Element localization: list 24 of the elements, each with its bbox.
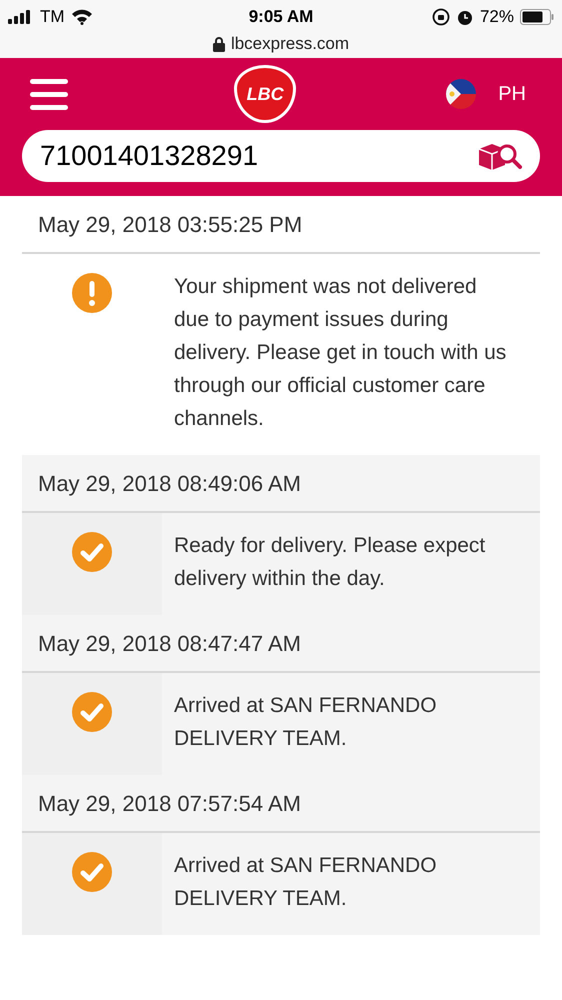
event-timestamp: May 29, 2018 03:55:25 PM [38, 210, 302, 239]
lock-icon [212, 36, 225, 52]
event-message: Your shipment was not delivered due to payment issues during delivery. Please get in touch with us through our official customer care channels. [173, 274, 508, 432]
carrier-name: TM [40, 6, 65, 28]
event-message: Ready for delivery. Please expect delivery within the day. [173, 533, 486, 592]
flag-icon[interactable] [446, 79, 476, 109]
logo-badge[interactable]: LBC [234, 65, 296, 123]
event-timestamp: May 29, 2018 08:49:06 AM [38, 470, 301, 498]
check-icon [71, 851, 113, 893]
battery-percent: 72% [480, 6, 514, 28]
country-code[interactable]: PH [498, 79, 526, 109]
url-text[interactable]: lbcexpress.com [230, 33, 350, 55]
clock-time: 9:05 AM [248, 6, 314, 28]
event-timestamp: May 29, 2018 08:47:47 AM [38, 630, 301, 658]
check-icon [71, 691, 113, 733]
event-message: Arrived at SAN FERNANDO DELIVERY TEAM. [173, 693, 438, 752]
battery-icon [520, 8, 554, 24]
check-icon [71, 531, 113, 573]
tracking-search-field[interactable]: 71001401328291 [22, 130, 540, 182]
event-timestamp: May 29, 2018 07:57:54 AM [38, 790, 301, 818]
warning-icon [71, 272, 113, 314]
wifi-icon [70, 8, 93, 24]
event-message: Arrived at SAN FERNANDO DELIVERY TEAM. [173, 853, 438, 912]
menu-button[interactable] [30, 78, 68, 110]
